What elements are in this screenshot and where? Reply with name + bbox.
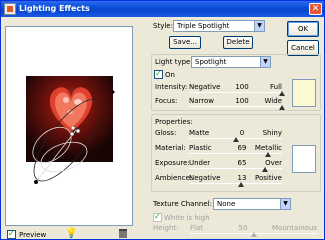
chevron-down-icon: ▼ — [280, 199, 290, 209]
light-on-toggle[interactable]: On — [154, 69, 175, 79]
title-bar: Lighting Effects ✕ — [1, 1, 324, 17]
style-value: Triple Spotlight — [177, 22, 230, 30]
gloss-thumb[interactable] — [232, 137, 239, 142]
texture-channel-label: Texture Channel: — [153, 200, 212, 208]
exposure-label: Exposure: — [155, 159, 190, 167]
ambience-thumb[interactable] — [238, 182, 245, 187]
focus-track[interactable] — [189, 106, 282, 107]
gloss-label: Gloss: — [155, 129, 177, 137]
preview-panel[interactable] — [5, 26, 133, 226]
gloss-value: 0 — [239, 129, 245, 137]
gloss-min-label: Matte — [189, 129, 210, 137]
material-max-label: Metallic — [254, 144, 282, 152]
chevron-down-icon: ▼ — [260, 57, 270, 67]
light-type-value: Spotlight — [195, 58, 227, 66]
material-thumb[interactable] — [265, 152, 272, 157]
preview-checkbox[interactable] — [7, 229, 16, 239]
focus-label: Focus: — [155, 97, 178, 105]
white-is-high-checkbox[interactable] — [153, 212, 162, 222]
intensity-value: 100 — [235, 83, 249, 91]
preview-label: Preview — [19, 230, 47, 239]
intensity-track[interactable] — [189, 92, 282, 93]
height-min-label: Flat — [190, 224, 204, 232]
focus-value: 100 — [235, 97, 249, 105]
height-label: Height: — [153, 224, 179, 232]
light-on-label: On — [165, 70, 175, 79]
intensity-min-label: Negative — [189, 83, 221, 91]
light-color-swatch[interactable] — [292, 79, 316, 107]
exposure-max-label: Over — [265, 159, 282, 167]
height-value: 50 — [238, 224, 248, 232]
app-icon — [4, 3, 16, 15]
preview-toggle[interactable]: Preview — [7, 229, 47, 239]
white-is-high-label: White is high — [164, 213, 210, 222]
window-title: Lighting Effects — [19, 4, 90, 13]
intensity-label: Intensity: — [155, 83, 188, 91]
ambience-track[interactable] — [189, 183, 282, 184]
properties-heading: Properties: — [155, 118, 193, 126]
texture-channel-dropdown[interactable]: None ▼ — [213, 198, 291, 210]
properties-group: Properties: Gloss: Matte 0 Shiny Materia… — [151, 114, 321, 192]
ambience-value: 13 — [237, 174, 247, 182]
light-guides[interactable] — [6, 27, 134, 227]
style-dropdown[interactable]: Triple Spotlight ▼ — [173, 20, 265, 32]
intensity-max-label: Full — [270, 83, 282, 91]
texture-channel-value: None — [217, 200, 236, 208]
height-thumb[interactable] — [250, 232, 257, 237]
chevron-down-icon: ▼ — [254, 21, 264, 31]
light-group: Light type: Spotlight ▼ On Intensity: Ne… — [151, 54, 321, 111]
material-value: 69 — [237, 144, 247, 152]
delete-style-button[interactable]: Delete — [223, 36, 253, 49]
ambience-label: Ambience: — [155, 174, 193, 182]
focus-thumb[interactable] — [279, 105, 285, 110]
lighting-effects-dialog: Lighting Effects ✕ ✓ Preview 💡 Style: Tr… — [0, 0, 325, 240]
style-label: Style: — [153, 22, 173, 30]
exposure-thumb[interactable] — [262, 167, 269, 172]
light-type-label: Light type: — [155, 58, 193, 66]
intensity-thumb[interactable] — [279, 91, 285, 96]
focus-min-label: Narrow — [189, 97, 215, 105]
exposure-value: 65 — [237, 159, 247, 167]
ambience-max-label: Positive — [255, 174, 282, 182]
light-on-checkbox[interactable] — [154, 69, 163, 79]
white-is-high-toggle[interactable]: White is high — [153, 212, 210, 222]
gloss-max-label: Shiny — [262, 129, 282, 137]
exposure-min-label: Under — [189, 159, 211, 167]
material-min-label: Plastic — [189, 144, 212, 152]
ambience-min-label: Negative — [189, 174, 221, 182]
height-slider[interactable]: Height: Flat 50 Mountainous — [153, 224, 321, 238]
focus-max-label: Wide — [264, 97, 282, 105]
gloss-slider[interactable]: Gloss: Matte 0 Shiny — [152, 129, 320, 143]
trash-icon[interactable] — [119, 229, 127, 238]
height-max-label: Mountainous — [272, 224, 317, 232]
material-label: Material: — [155, 144, 186, 152]
light-bulb-icon[interactable]: 💡 — [65, 228, 77, 239]
light-type-dropdown[interactable]: Spotlight ▼ — [191, 56, 271, 68]
material-color-swatch[interactable] — [292, 145, 316, 173]
save-style-button[interactable]: Save... — [169, 36, 201, 49]
ok-button[interactable]: OK — [287, 21, 319, 37]
close-button[interactable]: ✕ — [309, 3, 322, 15]
ambience-slider[interactable]: Ambience: Negative 13 Positive — [152, 174, 320, 188]
